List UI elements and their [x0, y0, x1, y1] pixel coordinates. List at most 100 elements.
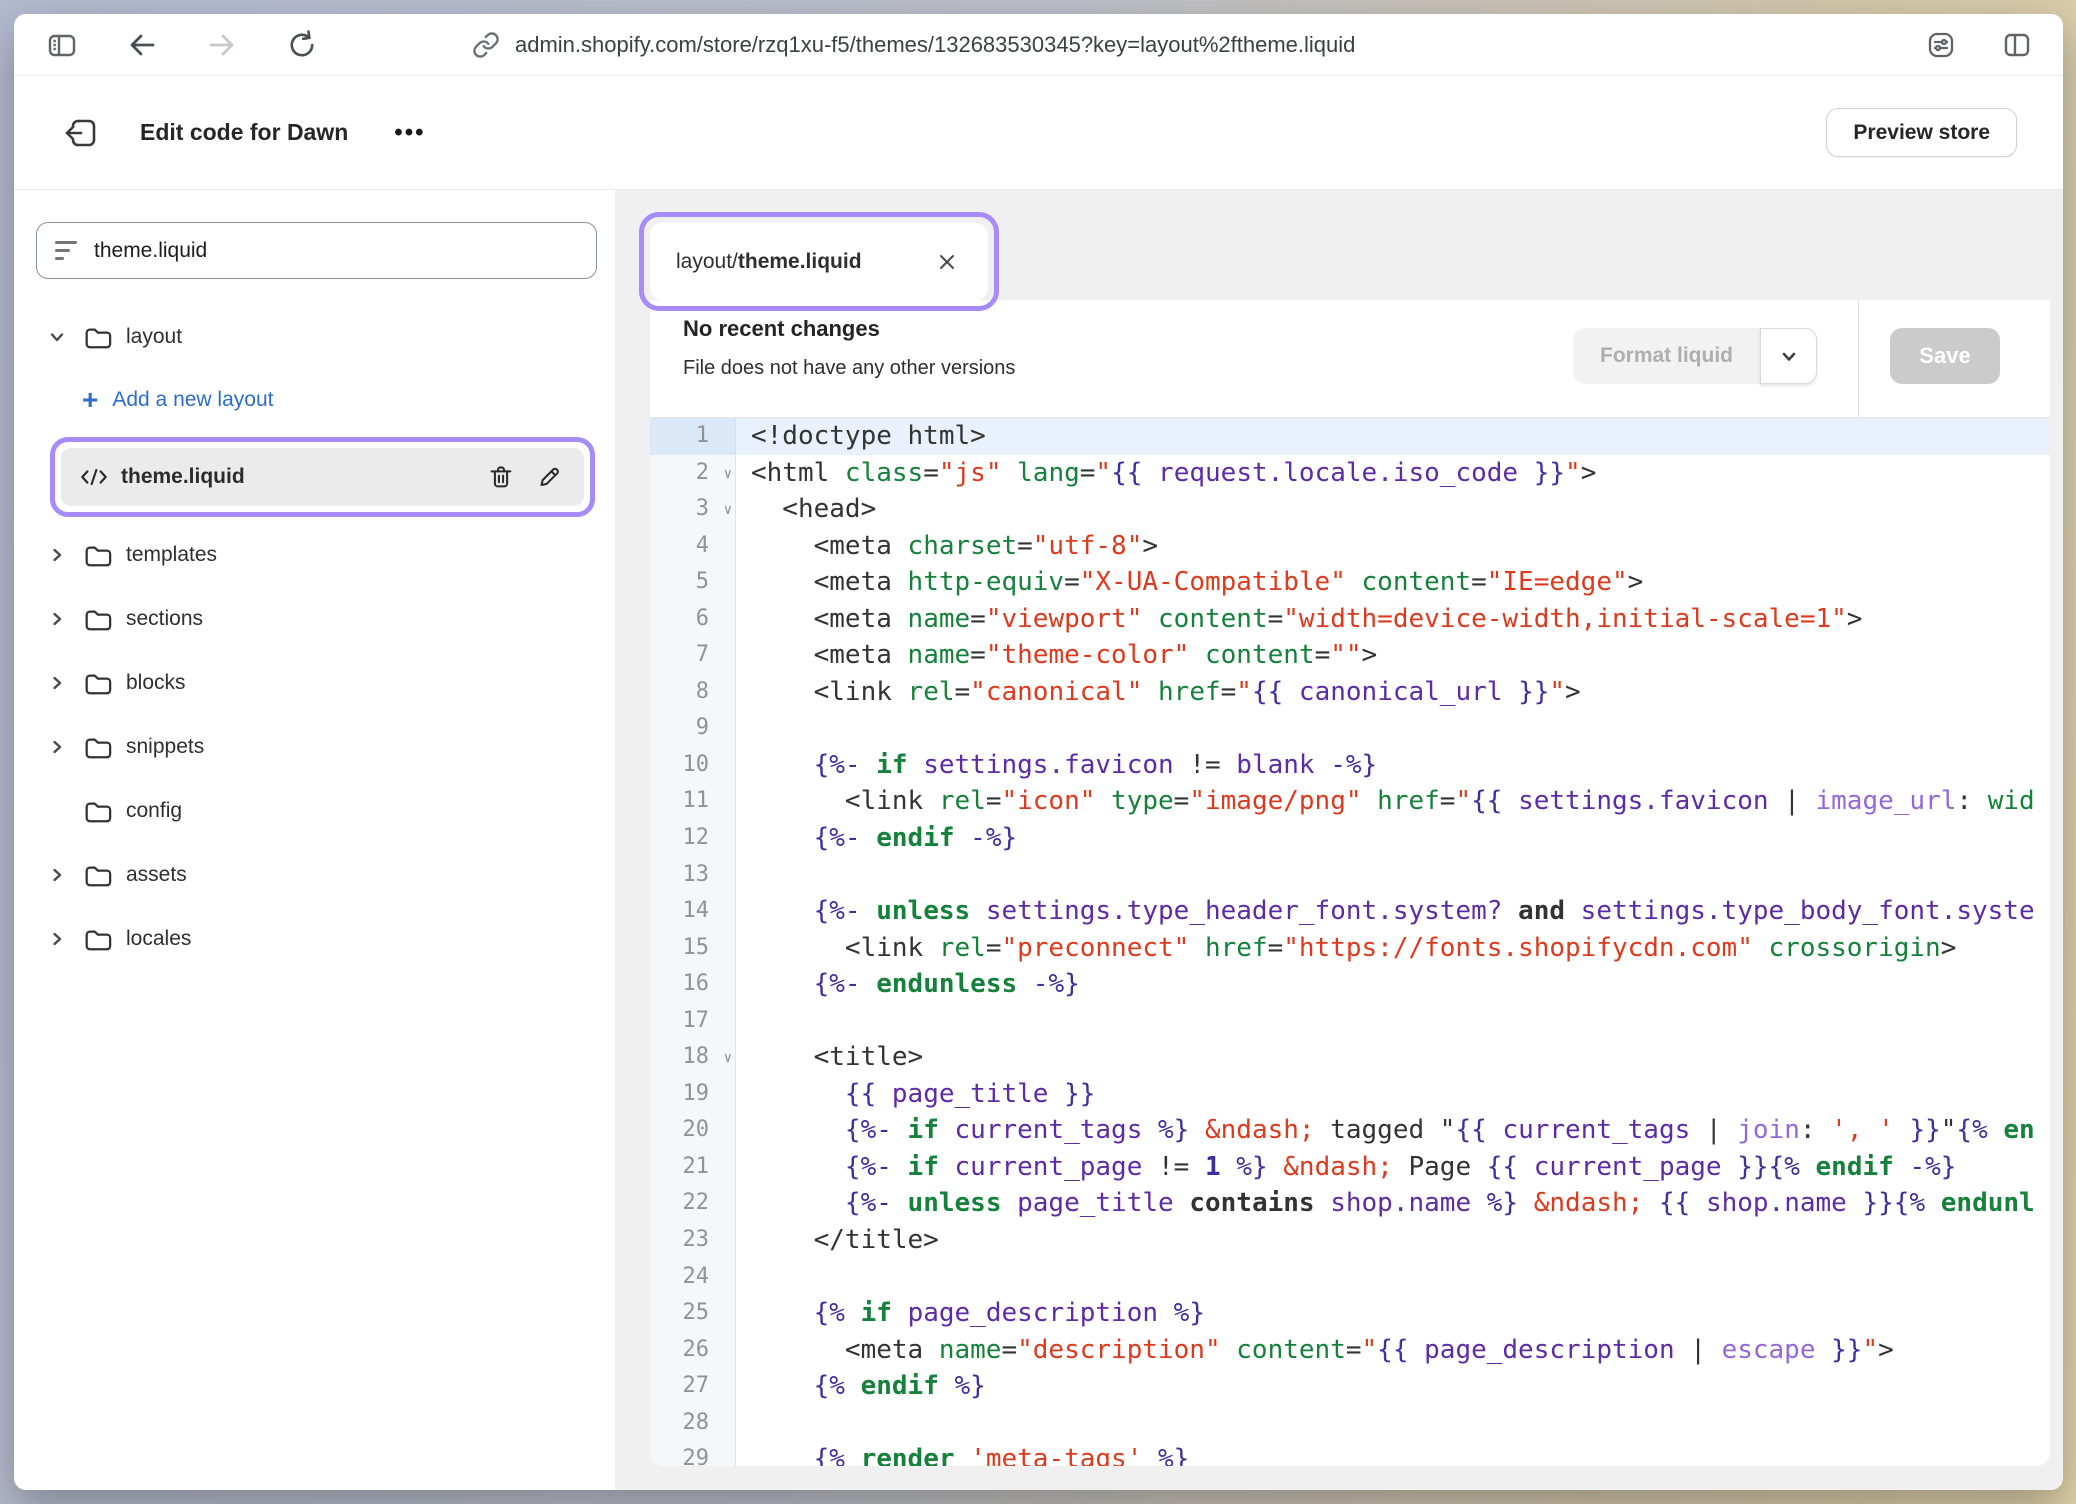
code-line[interactable]: 5 <meta http-equiv="X-UA-Compatible" con… [650, 564, 2050, 601]
line-number: 20 [650, 1112, 736, 1149]
code-line[interactable]: 6 <meta name="viewport" content="width=d… [650, 601, 2050, 638]
line-number: 29 [650, 1441, 736, 1466]
line-number: 2∨ [650, 455, 736, 492]
forward-icon[interactable] [204, 27, 240, 63]
line-number: 18∨ [650, 1039, 736, 1076]
code-line[interactable]: 9 [650, 710, 2050, 747]
format-dropdown-button[interactable] [1760, 328, 1817, 384]
close-tab-icon[interactable] [932, 247, 962, 277]
tab-theme-liquid[interactable]: layout/theme.liquid [650, 223, 988, 300]
fold-chevron-icon[interactable]: ∨ [724, 492, 732, 529]
code-line[interactable]: 19 {{ page_title }} [650, 1076, 2050, 1113]
line-number: 11 [650, 783, 736, 820]
reload-icon[interactable] [284, 27, 320, 63]
sidebar-item-config[interactable]: config [36, 779, 597, 843]
code-line[interactable]: 14 {%- unless settings.type_header_font.… [650, 893, 2050, 930]
line-number: 7 [650, 637, 736, 674]
sidebar-item-templates[interactable]: templates [36, 523, 597, 587]
code-line[interactable]: 15 <link rel="preconnect" href="https://… [650, 930, 2050, 967]
address-bar[interactable]: admin.shopify.com/store/rzq1xu-f5/themes… [472, 14, 1355, 75]
filter-icon [55, 241, 77, 260]
fold-chevron-icon[interactable]: ∨ [724, 456, 732, 493]
line-number: 24 [650, 1259, 736, 1296]
code-line[interactable]: 4 <meta charset="utf-8"> [650, 528, 2050, 565]
sidebar-toggle-icon[interactable] [44, 27, 80, 63]
line-number: 23 [650, 1222, 736, 1259]
line-number: 8 [650, 674, 736, 711]
code-line[interactable]: 16 {%- endunless -%} [650, 966, 2050, 1003]
code-line[interactable]: 27 {% endif %} [650, 1368, 2050, 1405]
line-number: 25 [650, 1295, 736, 1332]
code-line[interactable]: 20 {%- if current_tags %} &ndash; tagged… [650, 1112, 2050, 1149]
code-line[interactable]: 23 </title> [650, 1222, 2050, 1259]
sidebar-item-label: layout [126, 325, 182, 349]
sidebar-item-label: blocks [126, 671, 186, 695]
rename-file-icon[interactable] [532, 460, 566, 494]
code-line[interactable]: 3∨ <head> [650, 491, 2050, 528]
file-search[interactable] [36, 222, 597, 279]
code-line[interactable]: 12 {%- endif -%} [650, 820, 2050, 857]
sidebar-item-snippets[interactable]: snippets [36, 715, 597, 779]
delete-file-icon[interactable] [484, 460, 518, 494]
code-line[interactable]: 7 <meta name="theme-color" content=""> [650, 637, 2050, 674]
line-number: 5 [650, 564, 736, 601]
browser-toolbar: admin.shopify.com/store/rzq1xu-f5/themes… [14, 14, 2063, 76]
chevron-down-icon [46, 326, 82, 348]
sidebar-item-layout[interactable]: layout [36, 305, 597, 369]
sidebar-item-label: snippets [126, 735, 204, 759]
tab-path-prefix: layout/ [676, 250, 738, 274]
sidebar-item-locales[interactable]: locales [36, 907, 597, 971]
code-line[interactable]: 18∨ <title> [650, 1039, 2050, 1076]
code-line[interactable]: 24 [650, 1259, 2050, 1296]
chevron-right-icon [46, 864, 82, 886]
preview-store-button[interactable]: Preview store [1826, 108, 2017, 157]
fold-chevron-icon[interactable]: ∨ [724, 1040, 732, 1077]
line-number: 26 [650, 1332, 736, 1369]
page-settings-icon[interactable] [1923, 27, 1959, 63]
code-line[interactable]: 2∨<html class="js" lang="{{ request.loca… [650, 455, 2050, 492]
sidebar-item-label: config [126, 799, 182, 823]
sidebar-item-sections[interactable]: sections [36, 587, 597, 651]
code-line[interactable]: 29 {% render 'meta-tags' %} [650, 1441, 2050, 1466]
code-line[interactable]: 28 [650, 1405, 2050, 1442]
code-line[interactable]: 10 {%- if settings.favicon != blank -%} [650, 747, 2050, 784]
code-line[interactable]: 11 <link rel="icon" type="image/png" hre… [650, 783, 2050, 820]
code-line[interactable]: 17 [650, 1003, 2050, 1040]
line-number: 4 [650, 528, 736, 565]
exit-editor-icon[interactable] [60, 111, 104, 155]
sidebar-item-assets[interactable]: assets [36, 843, 597, 907]
line-number: 19 [650, 1076, 736, 1113]
format-liquid-button[interactable]: Format liquid [1573, 328, 1760, 384]
code-line[interactable]: 1<!doctype html> [650, 418, 2050, 455]
tab-file-name: theme.liquid [738, 250, 862, 274]
line-number: 14 [650, 893, 736, 930]
folder-icon [82, 322, 112, 352]
line-number: 28 [650, 1405, 736, 1442]
sidebar-item-theme-liquid[interactable]: theme.liquid [61, 448, 584, 506]
sidebar-item-label: sections [126, 607, 203, 631]
sidebar-item-label: assets [126, 863, 187, 887]
code-editor[interactable]: 1<!doctype html>2∨<html class="js" lang=… [650, 418, 2050, 1466]
code-line[interactable]: 26 <meta name="description" content="{{ … [650, 1332, 2050, 1369]
version-subtext: File does not have any other versions [683, 357, 1015, 380]
code-line[interactable]: 21 {%- if current_page != 1 %} &ndash; P… [650, 1149, 2050, 1186]
more-actions-button[interactable]: ••• [394, 119, 425, 147]
line-number: 12 [650, 820, 736, 857]
code-line[interactable]: 22 {%- unless page_title contains shop.n… [650, 1185, 2050, 1222]
chevron-right-icon [46, 736, 82, 758]
save-button[interactable]: Save [1890, 328, 2000, 384]
line-number: 6 [650, 601, 736, 638]
back-icon[interactable] [124, 27, 160, 63]
chevron-right-icon [46, 672, 82, 694]
chevron-right-icon [46, 928, 82, 950]
file-search-input[interactable] [94, 239, 578, 263]
folder-icon [82, 796, 112, 826]
desktop-background: admin.shopify.com/store/rzq1xu-f5/themes… [0, 0, 2076, 1504]
sidebar-item-blocks[interactable]: blocks [36, 651, 597, 715]
code-line[interactable]: 8 <link rel="canonical" href="{{ canonic… [650, 674, 2050, 711]
add-new-layout-button[interactable]: + Add a new layout [36, 369, 597, 431]
code-line[interactable]: 13 [650, 857, 2050, 894]
code-line[interactable]: 25 {% if page_description %} [650, 1295, 2050, 1332]
split-view-icon[interactable] [1999, 27, 2035, 63]
line-number: 22 [650, 1185, 736, 1222]
